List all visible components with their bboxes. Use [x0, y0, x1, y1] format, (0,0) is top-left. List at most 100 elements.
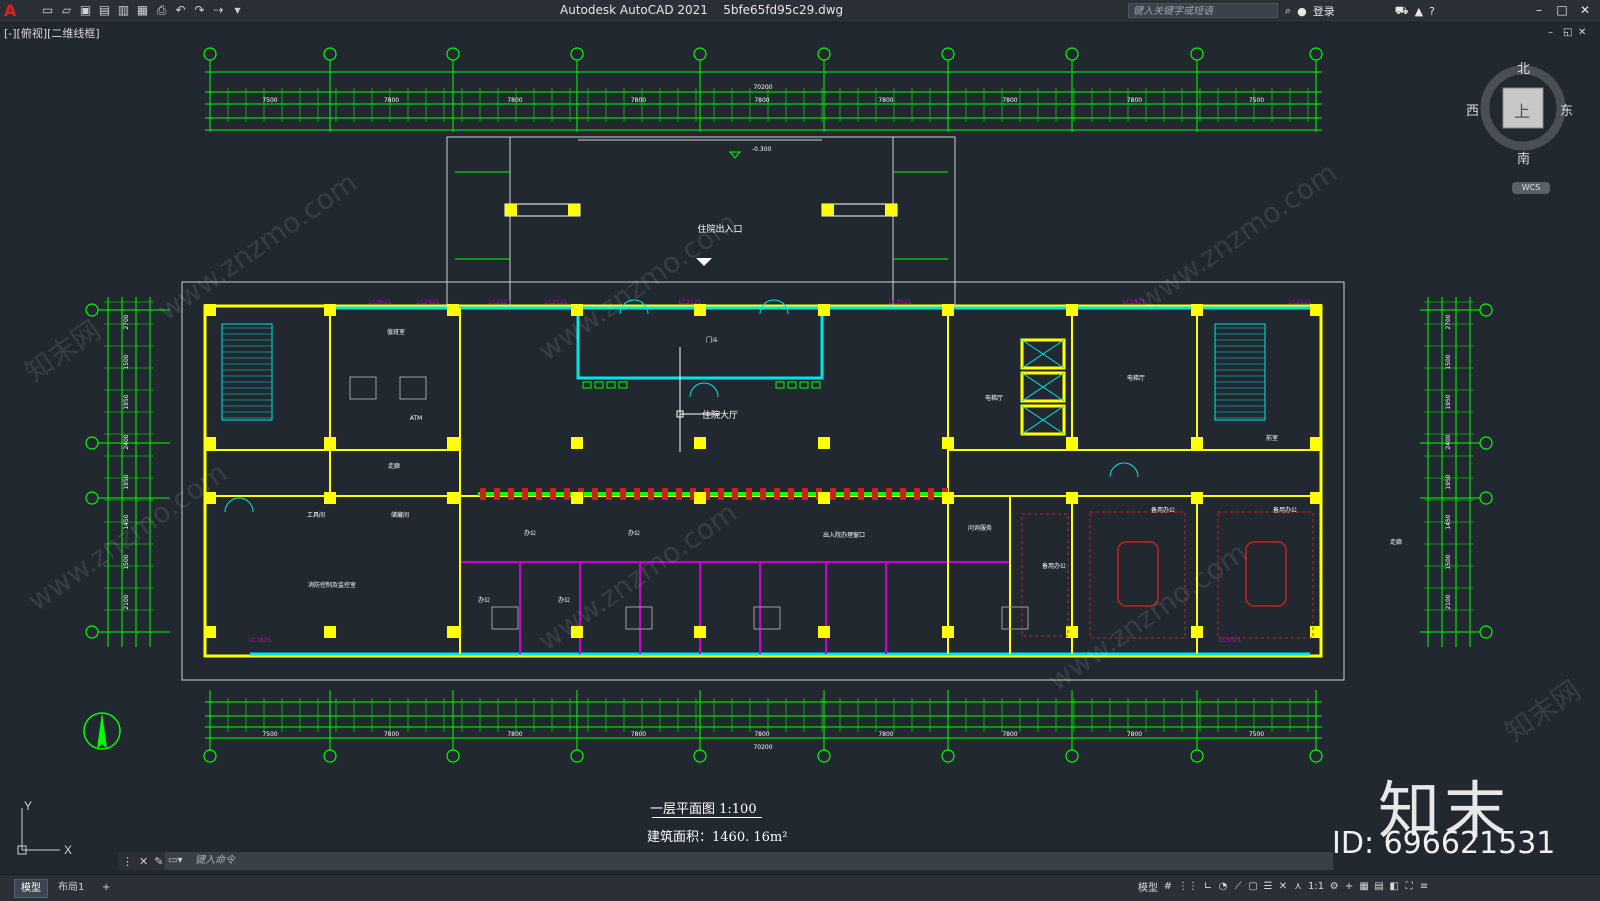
floor-plan	[181, 136, 1345, 681]
undo-icon[interactable]: ↶	[173, 3, 188, 18]
redo-icon[interactable]: ↷	[192, 3, 207, 18]
share-icon[interactable]: ⇢	[211, 3, 226, 18]
conference-table	[1117, 541, 1159, 607]
hall-bench	[582, 381, 592, 389]
search-input[interactable]: 键入关键字或短语	[1128, 3, 1278, 18]
viewcube-top-label[interactable]: 上	[1514, 98, 1530, 122]
axis-bubble	[85, 303, 99, 317]
axis-bubble	[85, 436, 99, 450]
window-tag: LC2121	[545, 299, 568, 306]
structural-column	[1066, 304, 1078, 316]
customize-menu-icon[interactable]: ≡	[1419, 881, 1429, 892]
window-tag: LC2121	[489, 299, 512, 306]
command-customize-icon[interactable]: ✎	[154, 855, 163, 868]
left-bay-dimension-text: 2100	[123, 594, 130, 609]
save-as-icon[interactable]: ▤	[97, 3, 112, 18]
corridor-seat	[494, 488, 500, 500]
canopy-bar-end	[885, 204, 897, 216]
units-icon[interactable]: ▦	[1359, 881, 1369, 892]
axis-bubble	[1479, 303, 1493, 317]
top-bay-dimension-text: 7800	[754, 97, 769, 104]
isolate-objects-icon[interactable]: ◧	[1389, 881, 1399, 892]
plan-title: 一层平面图 1:100	[650, 802, 757, 817]
viewcube-south-label[interactable]: 南	[1517, 148, 1530, 167]
open-file-icon[interactable]: ▱	[59, 3, 74, 18]
osnap-icon[interactable]: ▢	[1248, 881, 1258, 892]
help-icon[interactable]: ?	[1429, 5, 1435, 18]
isodraft-icon[interactable]: ⟋	[1233, 881, 1243, 892]
command-prompt-icon[interactable]: ▭▾	[168, 855, 182, 866]
command-close-icon[interactable]: ✕	[139, 855, 148, 868]
structural-column	[571, 304, 583, 316]
command-grip-icon[interactable]: ⋮	[122, 855, 133, 868]
room-label-entrance: 住院出入口	[697, 223, 742, 235]
polar-icon[interactable]: ◔	[1218, 881, 1228, 892]
room-label-office: 办公	[524, 529, 536, 537]
structural-column	[1191, 304, 1203, 316]
structural-column	[324, 304, 336, 316]
web-save-icon[interactable]: ▦	[135, 3, 150, 18]
fullscreen-icon[interactable]: ⛶	[1404, 881, 1414, 892]
quick-properties-icon[interactable]: ▤	[1374, 881, 1384, 892]
top-bay-dimension-text: 7800	[1002, 97, 1017, 104]
window-tag: LC3021	[1219, 637, 1242, 644]
grid-icon[interactable]: #	[1163, 881, 1173, 892]
tab-model[interactable]: 模型	[14, 879, 48, 898]
corridor-seat	[522, 488, 528, 500]
add-layout-button[interactable]: +	[96, 879, 116, 896]
top-bay-dimension-text: 7500	[1249, 97, 1264, 104]
structural-column	[942, 437, 954, 449]
corridor-seat	[788, 488, 794, 500]
structural-column	[447, 304, 459, 316]
viewcube-east-label[interactable]: 东	[1560, 100, 1573, 119]
plot-icon[interactable]: ⎙	[154, 3, 169, 18]
annotation-scale-icon[interactable]: ⋏	[1293, 881, 1303, 892]
customize-qat-icon[interactable]: ▾	[230, 3, 245, 18]
snap-icon[interactable]: ⋮⋮	[1178, 881, 1198, 892]
user-icon[interactable]: ●	[1297, 5, 1307, 18]
structural-column	[1310, 304, 1322, 316]
lineweight-icon[interactable]: ☰	[1263, 881, 1273, 892]
save-icon[interactable]: ▣	[78, 3, 93, 18]
minimize-button[interactable]: –	[1530, 2, 1548, 18]
canopy-bar-end	[822, 204, 834, 216]
model-space-button[interactable]: 模型	[1138, 879, 1158, 894]
tab-layout1[interactable]: 布局1	[52, 879, 90, 896]
viewcube[interactable]: 北 南 西 东 上	[1466, 58, 1573, 192]
ortho-icon[interactable]: ∟	[1203, 881, 1213, 892]
window-tag: LC3021	[889, 299, 912, 306]
close-button[interactable]: ✕	[1576, 2, 1594, 18]
north-arrow-icon	[83, 712, 121, 750]
web-open-icon[interactable]: ▥	[116, 3, 131, 18]
wcs-menu-button[interactable]: WCS	[1512, 182, 1550, 194]
workspace-gear-icon[interactable]: ⚙	[1329, 881, 1339, 892]
login-link[interactable]: 登录	[1313, 3, 1335, 19]
annotation-visibility-icon[interactable]: ✕	[1278, 881, 1288, 892]
axis-bubble	[1309, 47, 1323, 61]
new-file-icon[interactable]: ▭	[40, 3, 55, 18]
structural-column	[818, 626, 830, 638]
search-icon[interactable]: ⌕	[1285, 4, 1291, 18]
maximize-button[interactable]: □	[1553, 2, 1571, 18]
corridor-seat	[536, 488, 542, 500]
window-title: Autodesk AutoCAD 2021 5bfe65fd95c29.dwg	[560, 3, 843, 17]
axis-bubble	[693, 47, 707, 61]
drawing-canvas[interactable]: 7500 7500 7800 7800 7800 7800 7800 7800 7800 7800…	[0, 22, 1600, 872]
annotation-monitor-icon[interactable]: +	[1344, 881, 1354, 892]
title-bar: A ▭ ▱ ▣ ▤ ▥ ▦ ⎙ ↶ ↷ ⇢ ▾ Autodesk AutoCAD…	[0, 0, 1600, 23]
command-input[interactable]: 键入命令	[165, 852, 1333, 870]
viewcube-west-label[interactable]: 西	[1466, 100, 1479, 119]
annotation-scale-value[interactable]: 1:1	[1308, 881, 1324, 892]
autocad-logo-icon[interactable]: A	[4, 2, 20, 20]
cart-icon[interactable]: ⛟	[1395, 4, 1409, 19]
room-label-gate: 门斗	[706, 336, 718, 344]
axis-bubble	[1190, 749, 1204, 763]
axis-bubble	[446, 749, 460, 763]
corridor-seat	[648, 488, 654, 500]
hall-bench	[606, 381, 616, 389]
room-label-office: 办公	[628, 529, 640, 537]
viewcube-north-label[interactable]: 北	[1517, 58, 1530, 77]
a360-icon[interactable]: ▲	[1415, 5, 1423, 18]
meeting-room-furniture	[1021, 513, 1069, 637]
stair-right	[1214, 323, 1266, 421]
